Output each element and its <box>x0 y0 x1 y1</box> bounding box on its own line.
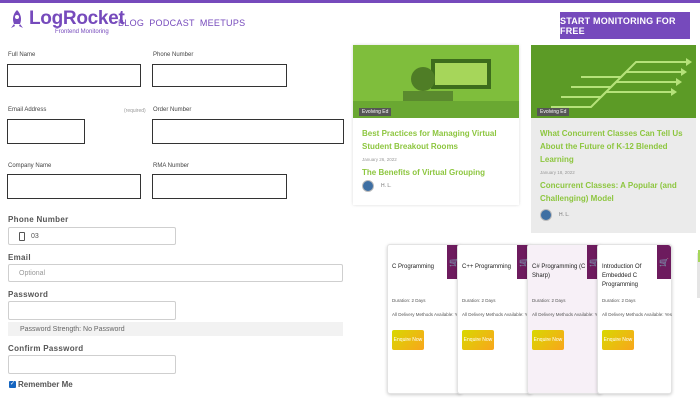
course-duration: Duration: 2 Days <box>392 298 426 303</box>
phone-label: Phone Number <box>8 215 69 224</box>
blog-card-title[interactable]: Best Practices for Managing Virtual Stud… <box>362 127 512 153</box>
course-card-c[interactable]: 🛒 C Programming Duration: 2 Days All Del… <box>387 244 462 394</box>
course-delivery: All Delivery Methods Available: Yes <box>602 312 672 317</box>
phone-input[interactable]: 03 <box>8 227 176 245</box>
nav-podcast[interactable]: PODCAST <box>149 18 195 28</box>
site-header: LogRocket Frontend Monitoring BLOG PODCA… <box>0 3 700 41</box>
author-avatar <box>362 180 374 192</box>
course-card-embedded-c[interactable]: 🛒 Introduction Of Embedded C Programming… <box>597 244 672 394</box>
remember-me-checkbox[interactable]: ✓ <box>9 381 16 388</box>
enquire-now-button[interactable]: Enquire Now <box>462 330 494 350</box>
enquire-now-button[interactable]: Enquire Now <box>392 330 424 350</box>
email-address-label: Email Address <box>8 107 47 113</box>
nav-blog[interactable]: BLOG <box>118 18 144 28</box>
start-monitoring-button[interactable]: START MONITORING FOR FREE <box>560 12 690 39</box>
blog-category-tag: Evolving Ed <box>359 108 392 116</box>
full-name-label: Full Name <box>8 52 36 58</box>
password-label: Password <box>8 290 49 299</box>
logo[interactable]: LogRocket Frontend Monitoring <box>8 8 125 35</box>
author-avatar <box>540 209 552 221</box>
blog-card-concurrent-classes[interactable]: Evolving Ed What Concurrent Classes Can … <box>531 45 696 233</box>
phone-value: 03 <box>31 232 39 240</box>
blog-card-author: H. L. <box>362 180 392 192</box>
nav-meetups[interactable]: MEETUPS <box>200 18 246 28</box>
course-duration: Duration: 2 Days <box>532 298 566 303</box>
remember-me-label[interactable]: Remember Me <box>18 380 73 389</box>
blog-card-title[interactable]: What Concurrent Classes Can Tell Us Abou… <box>540 127 690 166</box>
logo-wordmark: LogRocket <box>29 8 125 29</box>
course-title: C Programming <box>392 264 435 270</box>
blog-card-subheading[interactable]: The Benefits of Virtual Grouping <box>362 166 512 179</box>
company-name-input[interactable] <box>7 174 141 199</box>
course-card-csharp[interactable]: 🛒 C# Programming (C Sharp) Duration: 2 D… <box>527 244 602 394</box>
blog-card-author: H. L. <box>540 209 570 221</box>
required-note: (required) <box>124 108 146 114</box>
phone-icon <box>19 231 25 241</box>
password-input[interactable] <box>8 301 176 320</box>
course-title: C# Programming (C Sharp) <box>532 264 586 279</box>
enquire-now-button[interactable]: Enquire Now <box>602 330 634 350</box>
course-card-cpp[interactable]: 🛒 C++ Programming Duration: 2 Days All D… <box>457 244 532 394</box>
course-title: Introduction Of Embedded C Programming <box>602 264 642 288</box>
phone-number-input[interactable] <box>152 64 287 87</box>
course-duration: Duration: 2 Days <box>602 298 636 303</box>
full-name-input[interactable] <box>7 64 141 87</box>
email-address-input[interactable] <box>7 119 85 144</box>
phone-number-label: Phone Number <box>153 52 194 58</box>
blog-card-date: January 18, 2022 <box>540 170 575 175</box>
email-placeholder: Optional <box>19 269 46 277</box>
main-nav: BLOG PODCAST MEETUPS <box>118 18 245 28</box>
confirm-password-label: Confirm Password <box>8 344 84 353</box>
logo-tagline: Frontend Monitoring <box>55 29 109 35</box>
email-label: Email <box>8 253 31 262</box>
cart-icon[interactable]: 🛒 <box>657 245 671 279</box>
email-input[interactable]: Optional <box>8 264 343 282</box>
course-delivery: All Delivery Methods Available: Yes <box>392 312 462 317</box>
order-number-input[interactable] <box>152 119 344 144</box>
rma-number-label: RMA Number <box>153 163 190 169</box>
course-duration: Duration: 2 Days <box>462 298 496 303</box>
enquire-now-button[interactable]: Enquire Now <box>532 330 564 350</box>
blog-category-tag: Evolving Ed <box>537 108 570 116</box>
course-title: C++ Programming <box>462 264 512 270</box>
course-delivery: All Delivery Methods Available: Yes <box>532 312 602 317</box>
course-delivery: All Delivery Methods Available: Yes <box>462 312 532 317</box>
blog-card-date: January 26, 2022 <box>362 157 397 162</box>
author-name: H. L. <box>559 212 570 218</box>
confirm-password-input[interactable] <box>8 355 176 374</box>
blog-card-subheading[interactable]: Concurrent Classes: A Popular (and Chall… <box>540 179 690 205</box>
author-name: H. L. <box>381 183 392 189</box>
rocket-logo-icon <box>11 10 23 28</box>
company-name-label: Company Name <box>8 163 52 169</box>
blog-card-breakout-rooms[interactable]: Evolving Ed Best Practices for Managing … <box>353 45 519 205</box>
order-number-label: Order Number <box>153 107 192 113</box>
rma-number-input[interactable] <box>152 174 287 199</box>
password-strength-meter: Password Strength: No Password <box>8 322 343 336</box>
